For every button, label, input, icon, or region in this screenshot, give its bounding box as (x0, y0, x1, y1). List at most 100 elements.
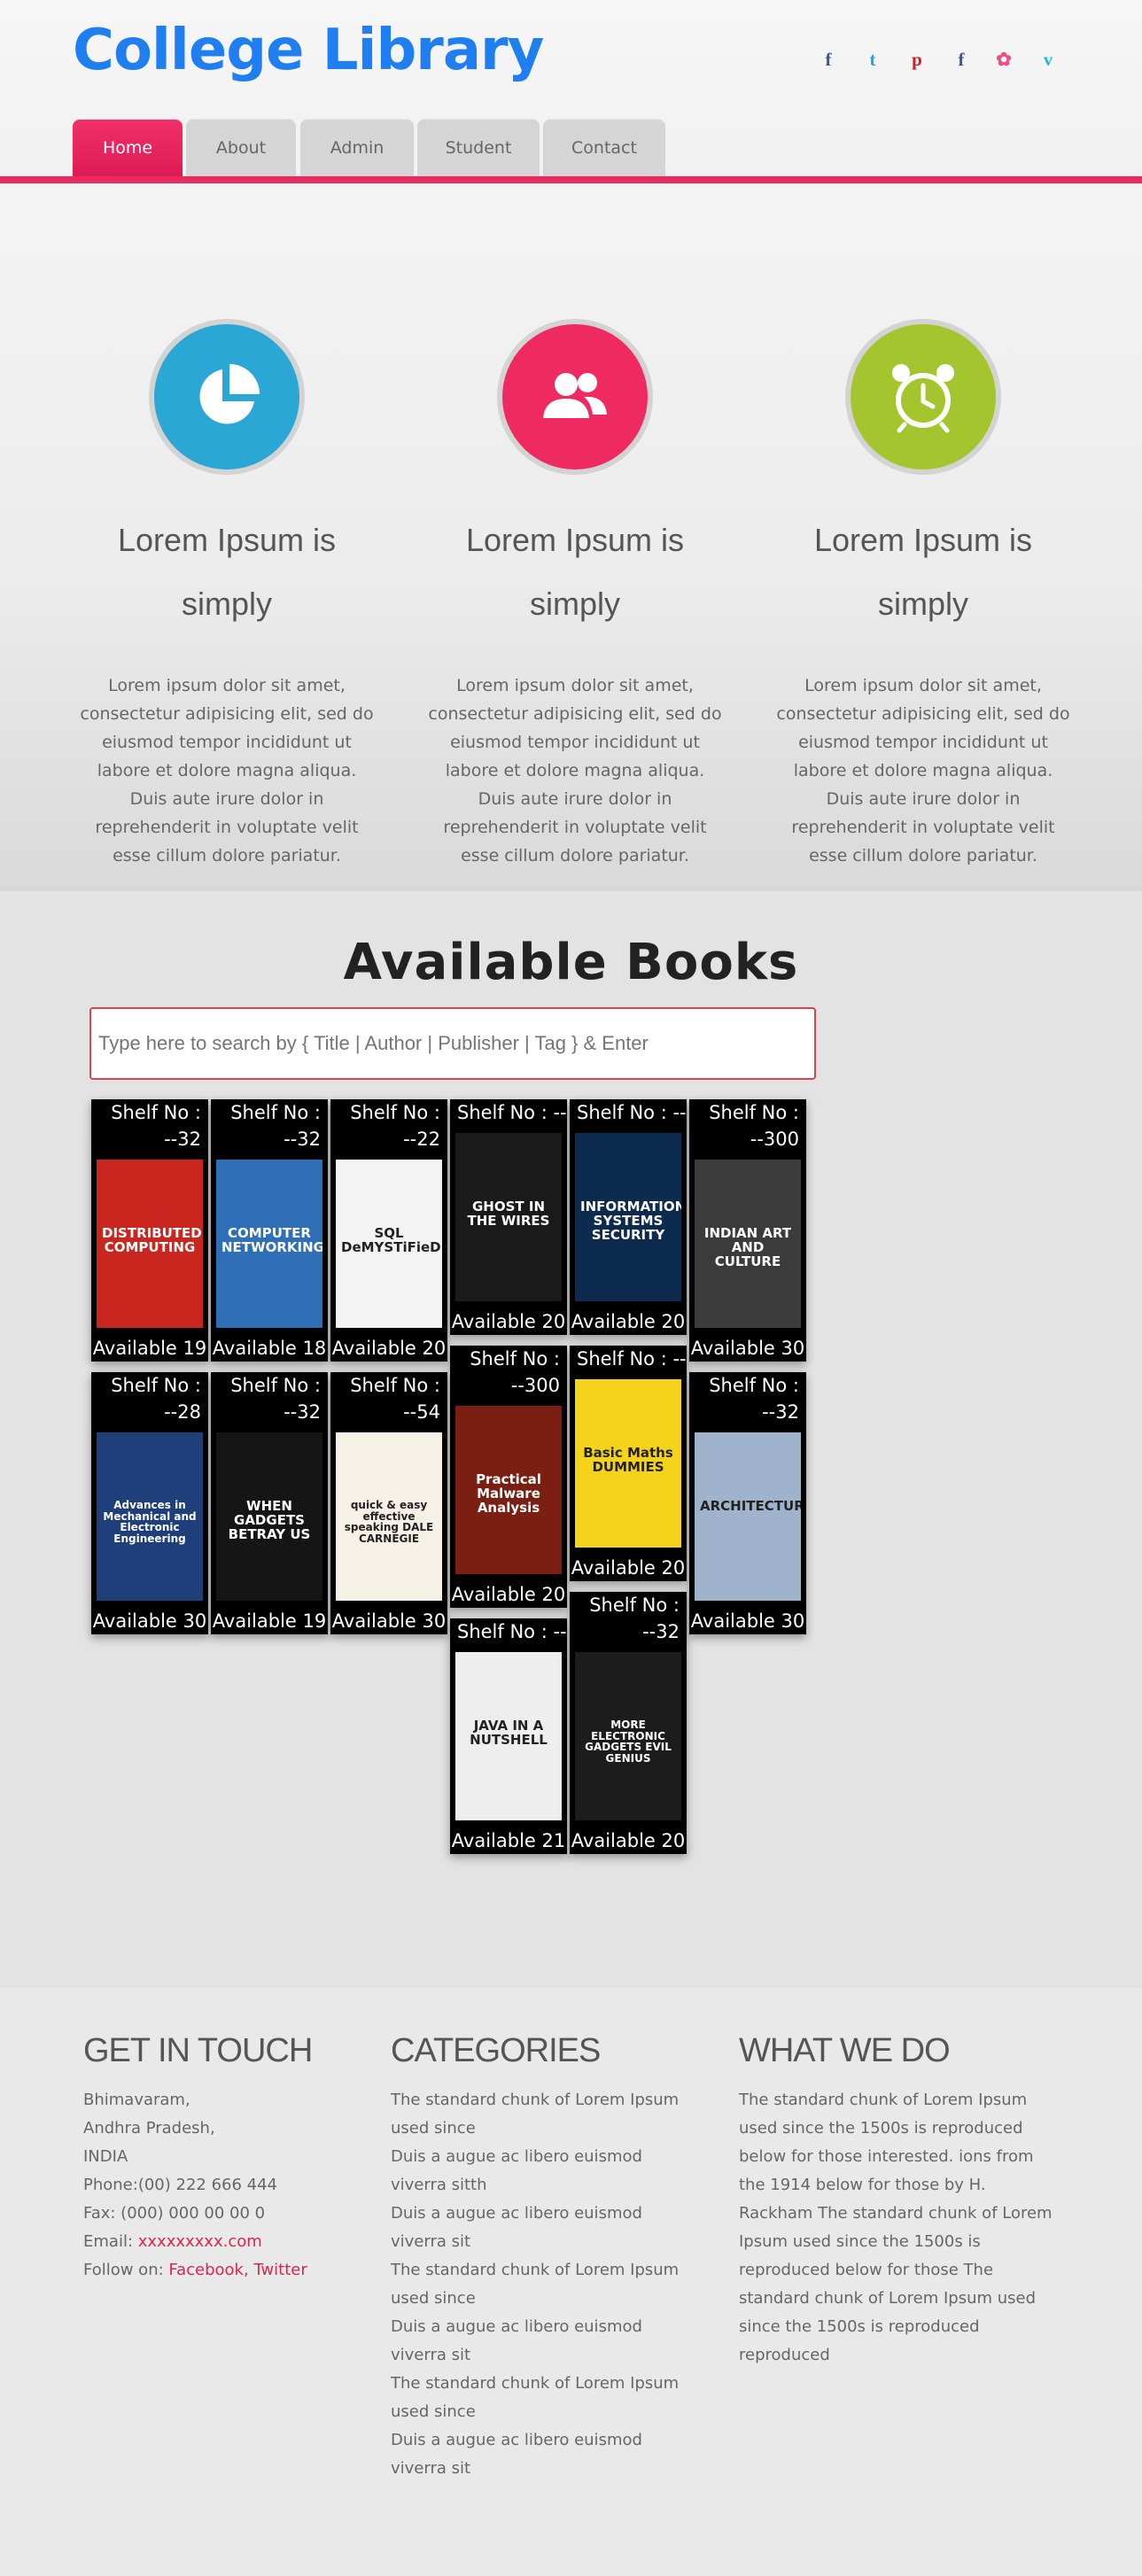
category-link[interactable]: The standard chunk of Lorem Ipsum used s… (391, 2256, 692, 2313)
feature-text: Lorem ipsum dolor sit amet, consectetur … (428, 676, 722, 865)
book-card[interactable]: Shelf No : --2 INFORMATION SYSTEMS SECURI… (570, 1099, 687, 1335)
category-link[interactable]: The standard chunk of Lorem Ipsum used s… (391, 2086, 692, 2143)
book-card[interactable]: Shelf No : --22 SQL DeMYSTiFieD Available … (330, 1099, 447, 1362)
email-link[interactable]: xxxxxxxxx.com (138, 2232, 262, 2251)
book-cover[interactable]: SQL DeMYSTiFieD (336, 1160, 442, 1328)
facebook-icon[interactable]: f (948, 46, 975, 73)
category-link[interactable]: Duis a augue ac libero euismod viverra s… (391, 2200, 692, 2256)
category-link[interactable]: Duis a augue ac libero euismod viverra s… (391, 2426, 692, 2483)
tab-contact[interactable]: Contact (543, 119, 665, 179)
feature-text: Lorem ipsum dolor sit amet, consectetur … (776, 676, 1070, 865)
what-we-do-text: The standard chunk of Lorem Ipsum used s… (739, 2091, 1053, 2364)
facebook-icon[interactable]: f (815, 46, 842, 73)
book-cover-title: Practical Malware Analysis (476, 1471, 541, 1516)
alarm-clock-icon (892, 364, 954, 433)
book-cover[interactable]: quick & easy effective speaking DALE CAR… (336, 1432, 442, 1601)
book-card[interactable]: Shelf No : --28 Advances in Mechanical an… (91, 1372, 208, 1634)
footer-heading: CATEGORIES (391, 2032, 601, 2069)
book-cover[interactable]: DISTRIBUTED COMPUTING (97, 1160, 203, 1328)
book-card[interactable]: Shelf No : --2 JAVA IN A NUTSHELL Availabl… (450, 1618, 567, 1854)
book-cover-title: INDIAN ART AND CULTURE (703, 1225, 792, 1269)
feature-text: Lorem ipsum dolor sit amet, consectetur … (80, 676, 374, 865)
book-cover-title: DISTRIBUTED COMPUTING (102, 1225, 202, 1255)
book-cover[interactable]: JAVA IN A NUTSHELL (455, 1652, 562, 1820)
book-card[interactable]: Shelf No : --32 ARCHITECTURE Available 30 (689, 1372, 806, 1634)
book-cover-title: Advances in Mechanical and Electronic En… (103, 1499, 197, 1545)
tab-home[interactable]: Home (73, 119, 183, 179)
feature-title: Lorem Ipsum is simply (813, 522, 1033, 622)
book-cover[interactable]: MORE ELECTRONIC GADGETS EVIL GENIUS (575, 1652, 681, 1820)
availability-label: Available 20 (571, 1557, 686, 1579)
book-card[interactable]: Shelf No : --2 GHOST IN THE WIRES Availabl… (450, 1099, 567, 1335)
shelf-number: Shelf No : --54 (350, 1375, 440, 1423)
site-logo[interactable]: College Library (73, 18, 544, 83)
availability-label: Available 21 (451, 1830, 566, 1851)
category-link[interactable]: Duis a augue ac libero euismod viverra s… (391, 2313, 692, 2370)
book-cover[interactable]: INDIAN ART AND CULTURE (695, 1160, 801, 1328)
footer-what-we-do: WHAT WE DO The standard chunk of Lorem I… (739, 2032, 1058, 2370)
feature-1: Lorem Ipsum is simply Lorem ipsum dolor … (76, 319, 377, 870)
availability-label: Available 20 (571, 1311, 686, 1332)
feature-circle (845, 319, 1001, 475)
book-card[interactable]: Shelf No : --300 INDIAN ART AND CULTURE Av… (689, 1099, 806, 1362)
book-card[interactable]: Shelf No : --32 DISTRIBUTED COMPUTING Avai… (91, 1099, 208, 1362)
dribbble-icon[interactable]: ✿ (991, 46, 1017, 73)
book-cover[interactable]: INFORMATION SYSTEMS SECURITY (575, 1133, 681, 1301)
tab-admin[interactable]: Admin (300, 119, 414, 179)
address-line: Bhimavaram, (83, 2091, 190, 2109)
users-icon (543, 373, 607, 418)
availability-label: Available 19 (92, 1338, 207, 1359)
social-follow-links[interactable]: Facebook, Twitter (168, 2261, 307, 2279)
book-cover[interactable]: Advances in Mechanical and Electronic En… (97, 1432, 203, 1601)
shelf-number: Shelf No : --22 (350, 1102, 440, 1150)
book-card[interactable]: Shelf No : --32 WHEN GADGETS BETRAY US Ava… (211, 1372, 328, 1634)
follow-line: Follow on: Facebook, Twitter (83, 2256, 349, 2285)
book-cover-title: Basic Maths DUMMIES (583, 1445, 673, 1475)
book-card[interactable]: Shelf No : --300 Practical Malware Analys… (450, 1346, 567, 1608)
book-cover-title: quick & easy effective speaking DALE CAR… (344, 1499, 434, 1545)
fax-line: Fax: (000) 000 00 00 0 (83, 2204, 266, 2223)
country-line: INDIA (83, 2147, 128, 2166)
shelf-number: Shelf No : --300 (470, 1348, 560, 1396)
availability-label: Available 18 (212, 1338, 327, 1359)
book-cover[interactable]: Practical Malware Analysis (455, 1406, 562, 1574)
tab-about[interactable]: About (186, 119, 296, 179)
book-cover-title: GHOST IN THE WIRES (467, 1199, 550, 1229)
feature-circle (149, 319, 305, 475)
books-heading: Available Books (343, 934, 799, 991)
footer-contact: GET IN TOUCH Bhimavaram, Andhra Pradesh,… (83, 2032, 349, 2285)
book-card[interactable]: Shelf No : --2 Basic Maths DUMMIES Availab… (570, 1346, 687, 1581)
book-card[interactable]: Shelf No : --54 quick & easy effective sp… (330, 1372, 447, 1634)
features-section: Lorem Ipsum is simply Lorem ipsum dolor … (0, 186, 1142, 891)
category-link[interactable]: The standard chunk of Lorem Ipsum used s… (391, 2370, 692, 2426)
shelf-number: Shelf No : --2 (457, 1102, 567, 1123)
email-label: Email: (83, 2232, 138, 2251)
availability-label: Available 20 (331, 1338, 447, 1359)
footer-heading: WHAT WE DO (739, 2032, 951, 2069)
feature-title: Lorem Ipsum is simply (117, 522, 337, 622)
book-card[interactable]: Shelf No : --32 COMPUTER NETWORKING Availa… (211, 1099, 328, 1362)
pinterest-icon[interactable]: p (904, 46, 930, 73)
vimeo-icon[interactable]: v (1035, 46, 1061, 73)
feature-circle (497, 319, 653, 475)
book-cover-title: COMPUTER NETWORKING (221, 1225, 322, 1255)
availability-label: Available 30 (92, 1610, 207, 1632)
book-cover[interactable]: WHEN GADGETS BETRAY US (216, 1432, 322, 1601)
book-search-input[interactable] (89, 1007, 816, 1080)
feature-2: Lorem Ipsum is simply Lorem ipsum dolor … (424, 319, 726, 870)
book-cover-title: JAVA IN A NUTSHELL (470, 1718, 548, 1748)
availability-label: Available 20 (571, 1830, 686, 1851)
category-link[interactable]: Duis a augue ac libero euismod viverra s… (391, 2143, 692, 2200)
book-cover[interactable]: ARCHITECTURE (695, 1432, 801, 1601)
shelf-number: Shelf No : --28 (111, 1375, 201, 1423)
book-cover[interactable]: Basic Maths DUMMIES (575, 1379, 681, 1548)
book-cover[interactable]: GHOST IN THE WIRES (455, 1133, 562, 1301)
twitter-icon[interactable]: t (859, 46, 886, 73)
tab-student[interactable]: Student (417, 119, 540, 179)
book-cover[interactable]: COMPUTER NETWORKING (216, 1160, 322, 1328)
footer-heading: GET IN TOUCH (83, 2032, 313, 2069)
book-cover-title: ARCHITECTURE (700, 1498, 801, 1514)
footer-categories: CATEGORIES The standard chunk of Lorem I… (391, 2032, 692, 2483)
book-card[interactable]: Shelf No : --32 MORE ELECTRONIC GADGETS E… (570, 1592, 687, 1854)
availability-label: Available 30 (331, 1610, 447, 1632)
